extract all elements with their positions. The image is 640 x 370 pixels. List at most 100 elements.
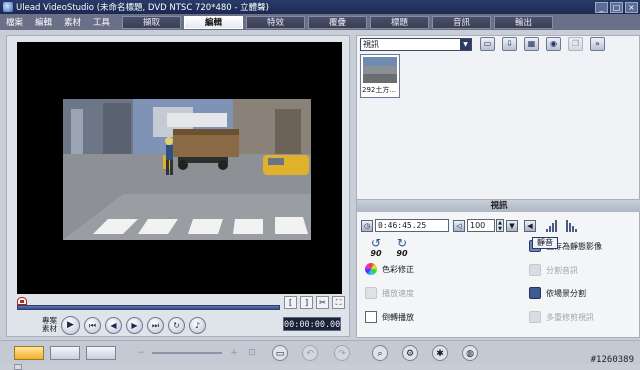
storyboard-view-button[interactable] — [14, 346, 44, 360]
options-panel: 視訊 ◷ 0:46:45.25 ◁ 100 ▲ ▼ ▼ ◀ ↺ 90 ↻ 90 色… — [356, 199, 640, 338]
split-audio-button[interactable]: 分割音訊 — [529, 264, 578, 276]
copy-icon[interactable]: ❐ — [568, 37, 583, 51]
options-header: 視訊 — [357, 200, 640, 212]
color-wheel-icon — [365, 263, 377, 275]
rotate-left-button[interactable]: ↺ 90 — [365, 237, 387, 258]
rotate-controls: ↺ 90 ↻ 90 — [365, 237, 417, 258]
audio-view-button[interactable] — [86, 346, 116, 360]
trim-marker-icon[interactable] — [17, 297, 27, 305]
zoom-slider[interactable] — [152, 352, 222, 354]
chevron-down-icon[interactable]: ▼ — [460, 39, 471, 50]
zoom-in-icon[interactable]: + — [226, 345, 242, 361]
status-icon — [14, 364, 22, 370]
mark-in-button[interactable]: [ — [284, 296, 297, 309]
library-manager-icon[interactable]: ▦ — [524, 37, 539, 51]
volume-dropdown-icon[interactable]: ▼ — [506, 219, 518, 232]
split-by-scene-button[interactable]: 依場景分割 — [529, 287, 586, 299]
fade-out-icon[interactable] — [566, 219, 578, 232]
tab-capture[interactable]: 擷取 — [122, 16, 181, 29]
tab-overlay[interactable]: 覆疊 — [308, 16, 367, 29]
scene-split-icon — [529, 287, 541, 299]
timecode-display[interactable]: 00:00:00.00 — [283, 317, 341, 331]
menu-clip[interactable]: 素材 — [58, 16, 87, 28]
multi-trim-icon — [529, 311, 541, 323]
speed-icon — [365, 287, 377, 299]
rotate-right-button[interactable]: ↻ 90 — [391, 237, 413, 258]
fade-in-icon[interactable] — [546, 219, 558, 232]
playback-speed-label: 播放速度 — [382, 288, 414, 298]
rotate-left-label: 90 — [370, 249, 382, 258]
import-icon[interactable]: ⇩ — [502, 37, 517, 51]
thumbnail-label: 292土方... — [362, 86, 397, 94]
repeat-button[interactable]: ↻ — [168, 316, 185, 334]
mark-out-button[interactable]: ] — [300, 296, 313, 309]
mute-icon[interactable]: ◀ — [524, 219, 536, 232]
reverse-video-label: 倒轉播放 — [382, 312, 414, 322]
close-button[interactable]: × — [625, 1, 638, 13]
title-bar: Ulead VideoStudio (未命名標題, DVD NTSC 720*4… — [0, 0, 640, 14]
video-frame-image — [63, 99, 311, 240]
timeline-view-button[interactable] — [50, 346, 80, 360]
mode-label[interactable]: 專案 素材 — [17, 317, 57, 333]
tab-title[interactable]: 標題 — [370, 16, 429, 29]
cut-icon[interactable]: ✂ — [316, 296, 329, 309]
preview-screen — [17, 42, 342, 294]
library-category-dropdown[interactable]: 視訊 ▼ — [360, 38, 472, 51]
menu-edit[interactable]: 編輯 — [29, 16, 58, 28]
color-correction-button[interactable]: 色彩修正 — [365, 263, 414, 275]
video-preview — [63, 99, 311, 240]
mute-tooltip: 靜音 — [532, 237, 558, 249]
zoom-out-icon[interactable]: − — [133, 345, 149, 361]
smart-proxy-icon[interactable]: ⌕ — [372, 345, 388, 361]
split-by-scene-label: 依場景分割 — [546, 288, 586, 298]
redo-icon[interactable]: ↷ — [334, 345, 350, 361]
menu-tools[interactable]: 工具 — [87, 16, 116, 28]
duration-volume-row: ◷ 0:46:45.25 ◁ 100 ▲ ▼ ▼ ◀ — [361, 219, 578, 232]
timeline-settings-icon[interactable]: ⚙ — [402, 345, 418, 361]
maximize-button[interactable]: □ — [610, 1, 623, 13]
tab-edit[interactable]: 編輯 — [184, 16, 243, 29]
clip-mode-label[interactable]: 素材 — [17, 325, 57, 333]
expand-icon[interactable]: » — [590, 37, 605, 51]
multi-trim-label: 多重修剪視訊 — [546, 312, 594, 322]
volume-spinner[interactable]: ▲ ▼ — [496, 219, 504, 232]
reverse-video-checkbox[interactable]: 倒轉播放 — [365, 311, 414, 323]
checkbox-icon[interactable] — [365, 311, 377, 323]
preferences-icon[interactable]: ✱ — [432, 345, 448, 361]
watermark: #1260389 — [590, 355, 634, 365]
end-button[interactable]: ⏭ — [147, 316, 164, 334]
rotate-right-icon: ↻ — [396, 236, 408, 250]
tab-audio[interactable]: 音訊 — [432, 16, 491, 29]
library-panel: 視訊 ▼ ▭ ⇩ ▦ ◉ ❐ » 292土方... — [356, 35, 640, 200]
rotate-right-label: 90 — [396, 249, 408, 258]
preview-panel: [ ] ✂ ⛶ 專案 素材 ▶ ⏮ ◀ ▶ ⏭ ↻ ♪ 00:00:00.00 — [6, 35, 350, 337]
speaker-icon: ◁ — [453, 219, 465, 232]
menu-file[interactable]: 檔案 — [0, 16, 29, 28]
next-frame-button[interactable]: ▶ — [126, 316, 143, 334]
step-tabs: 擷取 編輯 特效 覆疊 標題 音訊 輸出 — [122, 16, 556, 29]
library-thumbnail[interactable]: 292土方... — [360, 54, 400, 98]
playback-speed-button[interactable]: 播放速度 — [365, 287, 414, 299]
fit-project-icon[interactable]: ⊡ — [244, 345, 260, 361]
duration-field[interactable]: 0:46:45.25 — [375, 219, 449, 232]
folder-icon[interactable]: ▭ — [480, 37, 495, 51]
insert-media-icon[interactable]: ▭ — [272, 345, 288, 361]
trim-bar[interactable] — [17, 305, 280, 310]
undo-icon[interactable]: ↶ — [302, 345, 318, 361]
enlarge-preview-icon[interactable]: ⛶ — [332, 296, 345, 309]
color-correction-label: 色彩修正 — [382, 264, 414, 274]
play-button[interactable]: ▶ — [61, 315, 80, 335]
app-icon — [3, 2, 13, 12]
volume-field[interactable]: 100 — [467, 219, 495, 232]
capture-icon[interactable]: ◉ — [546, 37, 561, 51]
tab-effect[interactable]: 特效 — [246, 16, 305, 29]
home-button[interactable]: ⏮ — [84, 316, 101, 334]
thumbnail-image — [363, 57, 397, 83]
globe-icon[interactable]: ◍ — [462, 345, 478, 361]
split-audio-label: 分割音訊 — [546, 265, 578, 275]
volume-button[interactable]: ♪ — [189, 316, 206, 334]
tab-share[interactable]: 輸出 — [494, 16, 553, 29]
multi-trim-button[interactable]: 多重修剪視訊 — [529, 311, 594, 323]
minimize-button[interactable]: _ — [595, 1, 608, 13]
previous-frame-button[interactable]: ◀ — [105, 316, 122, 334]
